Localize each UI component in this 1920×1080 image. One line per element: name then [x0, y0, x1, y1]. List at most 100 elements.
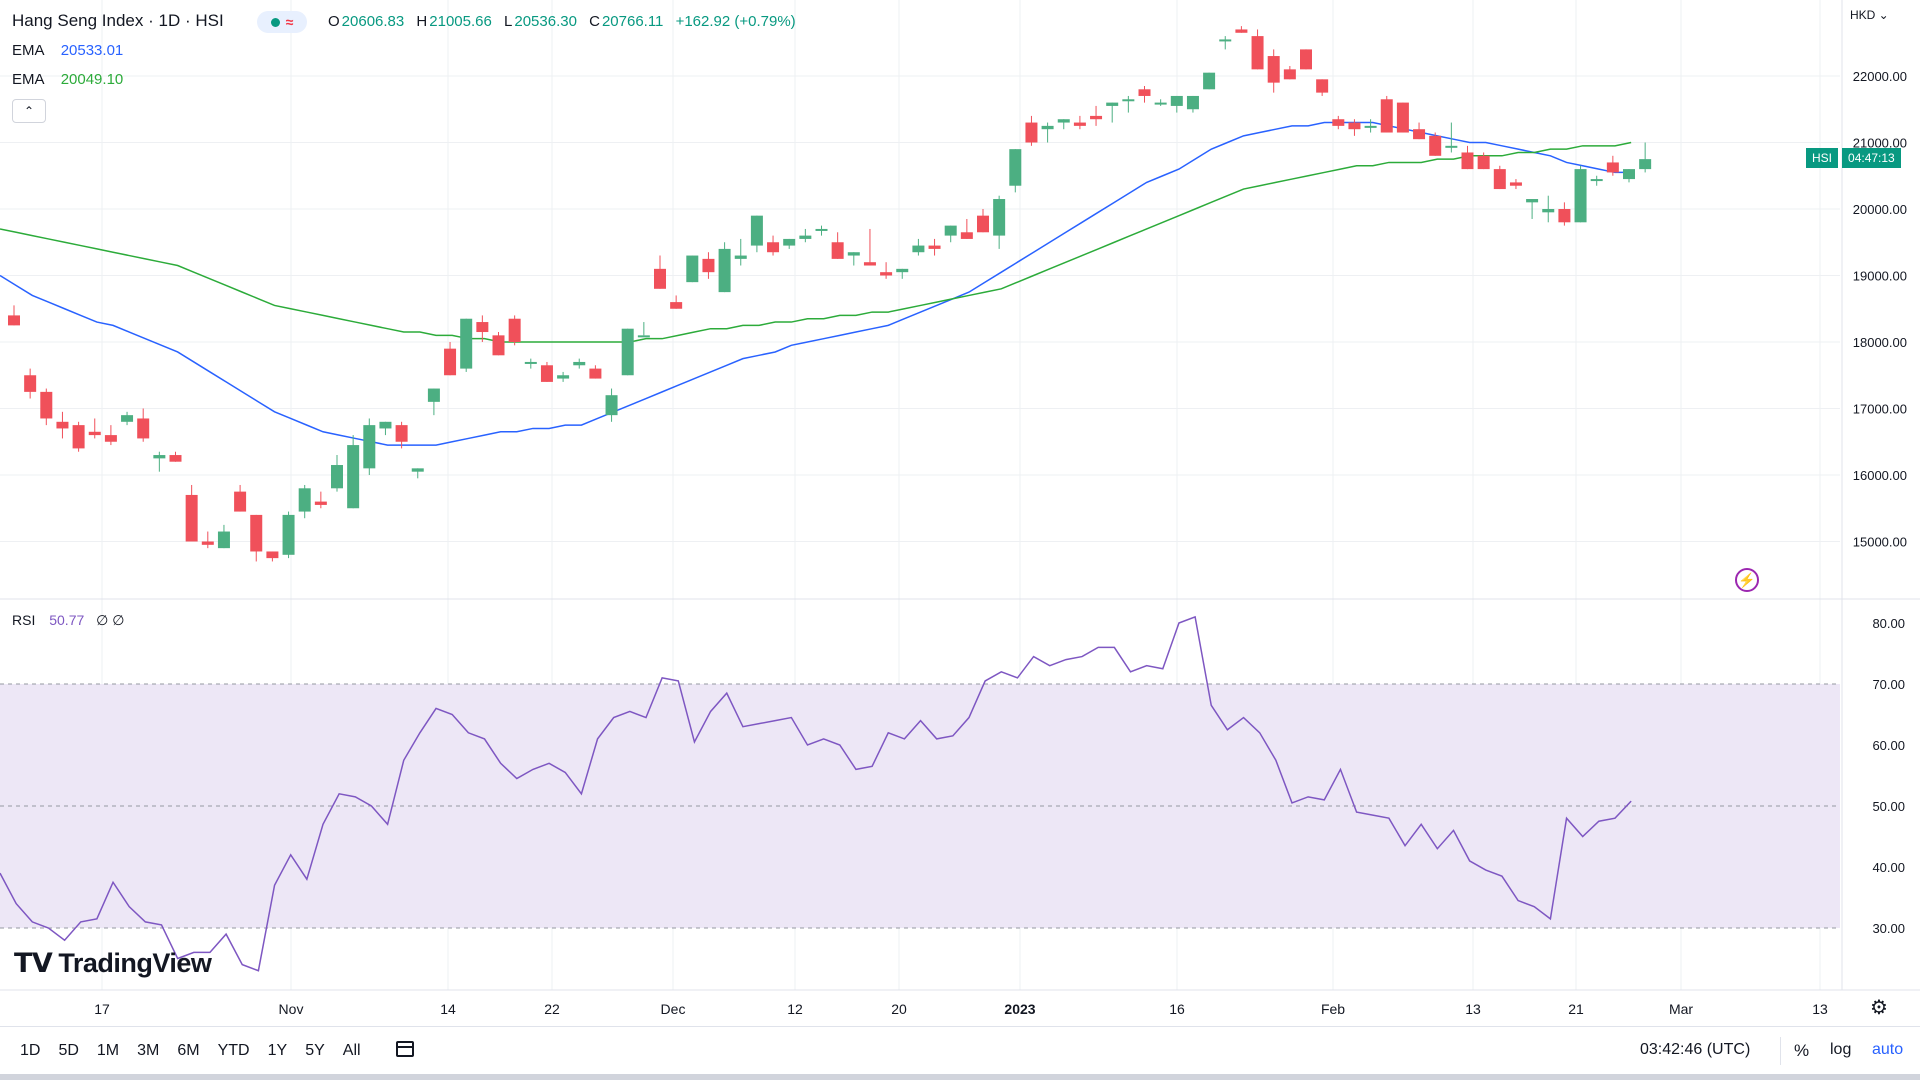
candle	[104, 425, 117, 446]
candle	[637, 322, 650, 338]
candle	[1154, 99, 1167, 106]
candle	[508, 315, 521, 346]
candle	[266, 551, 279, 562]
candle-body	[201, 541, 214, 545]
rsi-legend[interactable]: RSI 50.77 ∅ ∅	[12, 612, 126, 629]
candle	[1041, 122, 1054, 143]
candle	[88, 418, 101, 439]
percent-scale-button[interactable]: %	[1794, 1041, 1809, 1061]
time-tick-label: 20	[891, 1001, 907, 1017]
range-button-ytd[interactable]: YTD	[209, 1042, 259, 1060]
range-button-1y[interactable]: 1Y	[259, 1042, 297, 1060]
candle-body	[169, 455, 182, 462]
candle-body	[831, 242, 844, 259]
candle-body	[1235, 29, 1248, 33]
close-value: 20766.11	[601, 13, 664, 30]
candle-body	[1122, 99, 1135, 102]
range-button-3m[interactable]: 3M	[128, 1042, 168, 1060]
candle-body	[944, 225, 957, 236]
candle-body	[783, 238, 796, 246]
candle-body	[767, 242, 780, 253]
candle	[847, 252, 860, 266]
candle-body	[670, 302, 683, 309]
candle	[72, 421, 85, 452]
candle	[201, 531, 214, 549]
candle	[185, 484, 198, 542]
candle-body	[234, 491, 247, 512]
wave-icon: ≈	[285, 14, 294, 30]
log-scale-button[interactable]: log	[1830, 1041, 1851, 1059]
range-button-5y[interactable]: 5Y	[296, 1042, 334, 1060]
symbol-title[interactable]: Hang Seng Index · 1D · HSI	[12, 11, 224, 30]
clock[interactable]: 03:42:46 (UTC)	[1640, 1041, 1750, 1059]
candle-body	[1477, 155, 1490, 170]
ema-slow-legend[interactable]: EMA 20049.10	[12, 71, 125, 88]
candle-body	[185, 494, 198, 542]
candle-body	[444, 348, 457, 376]
candle-body	[880, 272, 893, 276]
candle	[524, 358, 537, 369]
range-button-6m[interactable]: 6M	[168, 1042, 208, 1060]
lightning-icon[interactable]: ⚡	[1735, 568, 1759, 592]
time-tick-label: 13	[1465, 1001, 1481, 1017]
candle	[411, 468, 424, 479]
candle-body	[72, 425, 85, 449]
range-buttons: 1D 5D 1M 3M 6M YTD 1Y 5Y All	[0, 1042, 370, 1060]
candle	[1429, 132, 1442, 156]
candle-body	[1073, 122, 1086, 126]
candle-body	[1057, 119, 1070, 123]
candle-body	[1251, 36, 1264, 70]
candle	[1364, 119, 1377, 133]
ema-fast-legend[interactable]: EMA 20533.01	[12, 42, 125, 59]
candle	[40, 388, 53, 426]
range-button-all[interactable]: All	[334, 1042, 370, 1060]
range-button-1m[interactable]: 1M	[88, 1042, 128, 1060]
candle-body	[1138, 89, 1151, 96]
candle-body	[411, 468, 424, 472]
candle	[767, 235, 780, 256]
range-button-5d[interactable]: 5D	[49, 1042, 87, 1060]
candle	[783, 238, 796, 249]
time-tick-label: 17	[94, 1001, 110, 1017]
currency-selector[interactable]: HKD ⌄	[1850, 8, 1889, 22]
candle-body	[427, 388, 440, 402]
candle	[1639, 142, 1652, 173]
gear-icon[interactable]: ⚙	[1870, 995, 1888, 1020]
ema-fast-value: 20533.01	[60, 42, 124, 59]
candle-body	[1316, 79, 1329, 93]
chart-canvas[interactable]: 15000.00 16000.00 17000.00 18000.00 19000.00…	[0, 0, 1920, 1026]
candle-body	[977, 215, 989, 233]
range-button-1d[interactable]: 1D	[0, 1042, 49, 1060]
candle	[1203, 72, 1216, 90]
candle-body	[1332, 119, 1345, 126]
candle	[750, 215, 763, 253]
rsi-tick-label: 40.00	[1872, 860, 1905, 875]
candle-body	[395, 425, 408, 442]
candle	[928, 238, 941, 256]
candle-body	[1623, 169, 1635, 180]
candle-body	[718, 248, 731, 293]
ema-line-1	[0, 121, 1632, 446]
candle	[314, 491, 327, 509]
candle	[1073, 115, 1086, 130]
auto-scale-button[interactable]: auto	[1872, 1041, 1903, 1059]
candle	[331, 455, 343, 492]
candle	[137, 408, 150, 442]
candle-body	[1542, 209, 1555, 213]
candle-body	[1461, 152, 1474, 170]
candle	[863, 228, 876, 266]
candle-body	[1025, 122, 1038, 143]
calendar-icon[interactable]	[396, 1041, 414, 1057]
candle-body	[1041, 125, 1054, 130]
chevron-down-icon: ⌄	[1875, 8, 1889, 22]
candle-body	[88, 431, 101, 436]
candle	[896, 268, 909, 279]
collapse-legend-button[interactable]: ⌃	[12, 99, 46, 123]
ema-lines	[0, 121, 1632, 446]
candle-body	[1283, 69, 1296, 80]
rsi-tick-label: 30.00	[1872, 921, 1905, 936]
market-status-toggle[interactable]: ≈	[257, 11, 307, 33]
candle-body	[1186, 95, 1199, 110]
candle	[1396, 102, 1409, 133]
candle-body	[912, 245, 925, 253]
